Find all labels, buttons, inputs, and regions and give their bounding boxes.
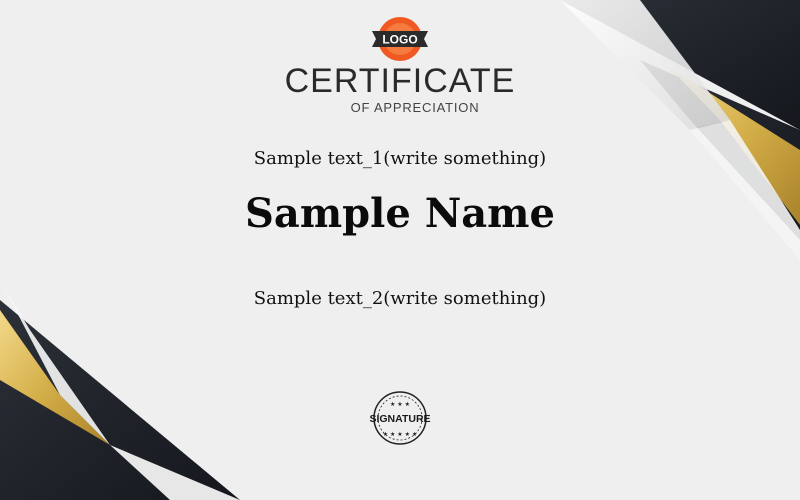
svg-text:★ ★ ★: ★ ★ ★	[390, 401, 410, 408]
certificate-subtitle: OF APPRECIATION	[350, 100, 480, 115]
certificate-canvas: LOGO CERTIFICATE OF APPRECIATION Sample …	[0, 0, 800, 500]
logo-text: LOGO	[382, 33, 417, 47]
sample-text-1: Sample text_1(write something)	[253, 148, 547, 169]
svg-text:★ ★ ★ ★ ★: ★ ★ ★ ★ ★	[383, 431, 418, 438]
recipient-name: Sample Name	[245, 190, 555, 237]
signature-seal-icon: SIGNATURE ★ ★ ★ ★ ★ ★ ★ ★	[364, 388, 436, 448]
certificate-title: CERTIFICATE	[284, 62, 516, 100]
logo-badge-icon: LOGO	[370, 16, 430, 62]
sample-text-2: Sample text_2(write something)	[253, 288, 547, 309]
signature-text: SIGNATURE	[369, 413, 430, 425]
